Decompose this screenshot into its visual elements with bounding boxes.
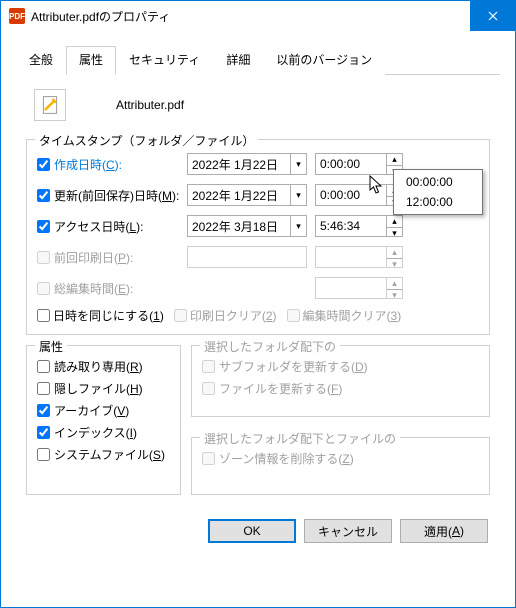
dropdown-icon[interactable]: ▾ [290, 185, 306, 205]
tab-previous[interactable]: 以前のバージョン [263, 46, 385, 75]
apply-button[interactable]: 適用(A) [400, 519, 488, 543]
accessed-checkbox[interactable] [37, 220, 50, 233]
attr-group: 属性 読み取り専用(R) 隠しファイル(H) アーカイブ(V) インデックス(I… [26, 345, 181, 495]
created-date[interactable]: 2022年 1月22日 ▾ [187, 153, 307, 175]
printed-date [187, 246, 307, 268]
dropdown-icon[interactable]: ▾ [290, 216, 306, 236]
time-suggest-popup[interactable]: 00:00:00 12:00:00 [393, 169, 483, 215]
printed-checkbox [37, 251, 50, 264]
timestamp-legend: タイムスタンプ（フォルダ／ファイル） [35, 132, 258, 149]
edit-time-check: 総編集時間(E): [37, 280, 187, 297]
zone-legend: 選択したフォルダ配下とファイルの [200, 430, 400, 447]
tab-attributes[interactable]: 属性 [66, 46, 116, 75]
zone-check: ゾーン情報を削除する(Z) [202, 450, 479, 467]
edit-time-time [315, 277, 387, 299]
accessed-time[interactable]: 5:46:34 [315, 215, 387, 237]
pdf-icon: PDF [9, 8, 25, 24]
hidden-check[interactable]: 隠しファイル(H) [37, 380, 170, 397]
zone-group: 選択したフォルダ配下とファイルの ゾーン情報を削除する(Z) [191, 437, 490, 495]
tab-strip: 全般 属性 セキュリティ 詳細 以前のバージョン [16, 45, 500, 75]
file-icon [34, 89, 66, 121]
cancel-button[interactable]: キャンセル [304, 519, 392, 543]
folder-group: 選択したフォルダ配下の サブフォルダを更新する(D) ファイルを更新する(F) [191, 345, 490, 417]
created-checkbox[interactable] [37, 158, 50, 171]
printed-check: 前回印刷日(P): [37, 249, 187, 266]
clear-edit-check: 編集時間クリア(3) [287, 307, 402, 324]
ok-button[interactable]: OK [208, 519, 296, 543]
edit-time-checkbox [37, 282, 50, 295]
tab-security[interactable]: セキュリティ [116, 46, 213, 75]
readonly-check[interactable]: 読み取り専用(R) [37, 358, 170, 375]
modified-checkbox[interactable] [37, 189, 50, 202]
accessed-time-spinner[interactable]: ▴▾ [387, 215, 403, 237]
modified-time[interactable]: 0:00:00 [315, 184, 387, 206]
accessed-check[interactable]: アクセス日時(L): [37, 218, 187, 235]
created-check[interactable]: 作成日時(C): [37, 156, 187, 173]
accessed-date[interactable]: 2022年 3月18日 ▾ [187, 215, 307, 237]
modified-check[interactable]: 更新(前回保存)日時(M): [37, 187, 187, 204]
subfolder-check: サブフォルダを更新する(D) [202, 358, 479, 375]
titlebar: PDF Attributer.pdfのプロパティ [1, 1, 515, 31]
archive-check[interactable]: アーカイブ(V) [37, 402, 170, 419]
close-button[interactable] [470, 1, 515, 31]
index-check[interactable]: インデックス(I) [37, 424, 170, 441]
sync-dates-check[interactable]: 日時を同じにする(1) [37, 307, 164, 324]
files-check: ファイルを更新する(F) [202, 380, 479, 397]
window-title: Attributer.pdfのプロパティ [31, 8, 470, 25]
edit-time-spinner: ▴▾ [387, 277, 403, 299]
file-name: Attributer.pdf [116, 98, 184, 112]
clear-print-check: 印刷日クリア(2) [174, 307, 277, 324]
popup-item[interactable]: 12:00:00 [394, 192, 482, 212]
created-time[interactable]: 0:00:00 [315, 153, 387, 175]
system-check[interactable]: システムファイル(S) [37, 446, 170, 463]
tab-details[interactable]: 詳細 [213, 46, 263, 75]
popup-item[interactable]: 00:00:00 [394, 172, 482, 192]
attr-legend: 属性 [35, 338, 67, 355]
printed-time [315, 246, 387, 268]
printed-time-spinner: ▴▾ [387, 246, 403, 268]
folder-legend: 選択したフォルダ配下の [200, 338, 340, 355]
tab-general[interactable]: 全般 [16, 46, 66, 75]
modified-date[interactable]: 2022年 1月22日 ▾ [187, 184, 307, 206]
properties-dialog: PDF Attributer.pdfのプロパティ 全般 属性 セキュリティ 詳細… [0, 0, 516, 608]
dropdown-icon[interactable]: ▾ [290, 154, 306, 174]
